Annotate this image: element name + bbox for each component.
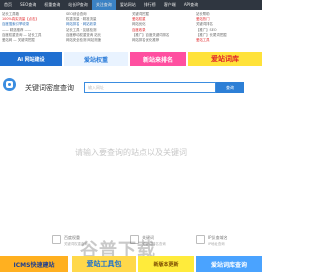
banner-aizhan-toolkit[interactable]: 爱站工具包 (72, 256, 136, 272)
banner-new-version[interactable]: 新版本更新 (138, 256, 194, 272)
link-column-3: 关键词挖掘 爱站权重 网站优化 百度收录 【推广】百度关键词排名 网站排名优化推… (132, 12, 192, 43)
nav-client[interactable]: 客户端 (160, 0, 180, 10)
query-button[interactable]: 查询 (216, 82, 244, 93)
link-item[interactable]: 爱站工具 (196, 38, 256, 43)
banner-lexicon-query[interactable]: 爱站词库查询 (196, 256, 262, 272)
link-item[interactable]: 爱站网 — 关键词挖掘 (2, 38, 62, 43)
link-item[interactable]: 网站排名优化推荐 (132, 38, 192, 43)
query-hint: 请输入要查询的站点以及关键词 (75, 148, 187, 157)
nav-attention-query[interactable]: 关注查询 (91, 0, 116, 10)
link-column-2: SEO综合查询 权重流量 · 精准流量 网站排名 · 网站收录 站长工具 · 友… (66, 12, 126, 43)
nav-home[interactable]: 首页 (0, 0, 16, 10)
link-grid: 站长工具箱 100%真实流量【点击】 百度搜索引擎收录 —— 精选推荐 —— 百… (0, 12, 262, 50)
banner-new-site-rank[interactable]: 新站来排名 (130, 52, 186, 66)
nav-seo-query[interactable]: SEO查询 (16, 0, 40, 10)
page-title: 关键词密度查询 (25, 84, 74, 92)
nav-weight-query[interactable]: 权重查询 (40, 0, 64, 10)
banner-aizhan-lexicon[interactable]: 爱站词库 (188, 52, 262, 66)
keyword-density-logo-icon (3, 78, 16, 91)
url-input[interactable]: 输入网址 (84, 82, 216, 93)
link-item[interactable]: 网站安全检测 网站测速 (66, 38, 126, 43)
banner-icms-build[interactable]: ICMS快速建站 (0, 256, 68, 272)
nav-ranking[interactable]: 排行榜 (140, 0, 160, 10)
top-navigation: 首页 SEO查询 权重查询 站长IP查询 关注查询 爱站网站 排行榜 客户端 A… (0, 0, 262, 10)
nav-ip-query[interactable]: 站长IP查询 (64, 0, 92, 10)
ip-icon (196, 235, 205, 244)
banner-website-build[interactable]: Ai 网站建设 (0, 52, 62, 66)
banner-aizhan-weight[interactable]: 爱站权重 (64, 52, 128, 66)
nav-aizhan[interactable]: 爱站网站 (116, 0, 140, 10)
weight-icon (52, 235, 61, 244)
link-column-1: 站长工具箱 100%真实流量【点击】 百度搜索引擎收录 —— 精选推荐 —— 百… (2, 12, 62, 43)
info-ip-sub: IP地址查询 (208, 242, 225, 246)
link-column-4: 站长帮助 爱站热门 关键词排名 【推广】SEO 【推广】长尾词挖掘 爱站工具 (196, 12, 256, 43)
nav-api[interactable]: API查询 (180, 0, 202, 10)
